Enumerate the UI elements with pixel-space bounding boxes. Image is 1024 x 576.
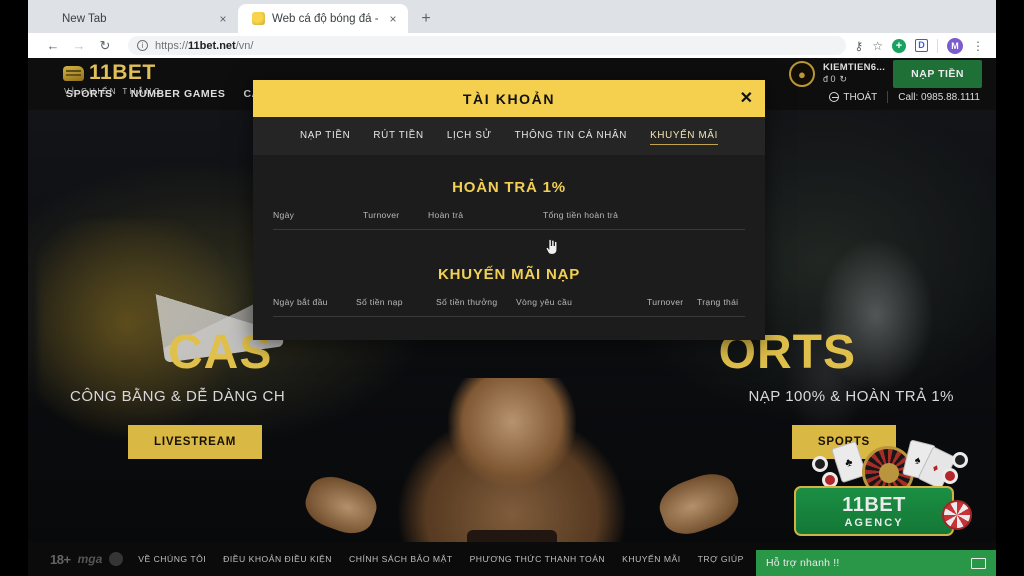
tab-rut-tien[interactable]: RÚT TIỀN: [373, 130, 423, 145]
webpage: CAS ORTS CÔNG BẰNG & DỄ DÀNG CH NẠP 100%…: [28, 58, 996, 576]
toolbar-icons: ⚷ ☆ D M ⋮: [854, 37, 984, 54]
tab-khuyen-mai[interactable]: KHUYẾN MÃI: [650, 130, 719, 145]
extension-green-icon[interactable]: [892, 38, 906, 53]
close-icon[interactable]: ×: [386, 13, 400, 25]
back-icon[interactable]: ←: [40, 35, 66, 57]
modal-header: TÀI KHOẢN ✕: [253, 80, 765, 117]
browser-tab-11bet[interactable]: Web cá độ bóng đá - cá cược ×: [238, 4, 408, 33]
account-modal: TÀI KHOẢN ✕ NẠP TIỀN RÚT TIỀN LỊCH SỬ TH…: [253, 80, 765, 340]
section-title-khuyen-mai-nap: KHUYẾN MÃI NẠP: [437, 266, 581, 283]
browser-chrome: New Tab × Web cá độ bóng đá - cá cược × …: [28, 0, 996, 58]
favicon-icon: [252, 12, 265, 25]
screen: New Tab × Web cá độ bóng đá - cá cược × …: [0, 0, 1024, 576]
browser-tabstrip: New Tab × Web cá độ bóng đá - cá cược × …: [28, 0, 996, 33]
modal-title: TÀI KHOẢN: [462, 90, 556, 107]
new-tab-button[interactable]: +: [416, 9, 436, 29]
column-header-trang-thai: Trạng thái: [697, 297, 739, 307]
page-info-icon[interactable]: i: [137, 40, 148, 51]
column-header-ngay: Ngày: [273, 210, 295, 220]
browser-tab-title: Web cá độ bóng đá - cá cược: [272, 12, 379, 25]
table-khuyen-mai-nap: Ngày bắt đầu Số tiền nạp Số tiền thưởng …: [273, 297, 745, 317]
address-bar[interactable]: i https://11bet.net/vn/: [128, 36, 847, 55]
column-header-so-tien-thuong: Số tiền thưởng: [436, 297, 498, 307]
tab-thong-tin-ca-nhan[interactable]: THÔNG TIN CÁ NHÂN: [515, 130, 627, 145]
column-header-hoan-tra: Hoàn trả: [428, 210, 464, 220]
table-header-row: Ngày Turnover Hoàn trả Tổng tiền hoàn tr…: [273, 210, 745, 220]
mouse-cursor-pointer: [545, 239, 558, 255]
profile-avatar[interactable]: M: [947, 37, 963, 54]
browser-toolbar: ← → ↻ i https://11bet.net/vn/ ⚷ ☆ D M ⋮: [28, 33, 996, 58]
reload-icon[interactable]: ↻: [92, 35, 118, 57]
close-icon[interactable]: ×: [216, 13, 230, 25]
bookmark-star-icon[interactable]: ☆: [872, 40, 883, 52]
address-bar-url: https://11bet.net/vn/: [155, 39, 254, 52]
forward-icon[interactable]: →: [66, 35, 92, 57]
table-hoan-tra: Ngày Turnover Hoàn trả Tổng tiền hoàn tr…: [273, 210, 745, 230]
column-header-vong-yeu-cau: Vòng yêu cầu: [516, 297, 573, 307]
password-key-icon[interactable]: ⚷: [854, 40, 863, 52]
extension-d-icon[interactable]: D: [915, 39, 928, 52]
close-icon[interactable]: ✕: [740, 90, 753, 107]
modal-tabs: NẠP TIỀN RÚT TIỀN LỊCH SỬ THÔNG TIN CÁ N…: [253, 117, 765, 155]
browser-tab-title: New Tab: [62, 12, 107, 25]
tab-nap-tien[interactable]: NẠP TIỀN: [300, 130, 350, 145]
column-header-tong-tien-hoan-tra: Tổng tiền hoàn trả: [543, 210, 619, 220]
toolbar-divider: [937, 38, 938, 53]
column-header-so-tien-nap: Số tiền nạp: [356, 297, 403, 307]
table-header-row: Ngày bắt đầu Số tiền nạp Số tiền thưởng …: [273, 297, 745, 307]
section-title-hoan-tra: HOÀN TRẢ 1%: [452, 179, 566, 196]
column-header-turnover: Turnover: [363, 210, 400, 220]
column-header-turnover: Turnover: [647, 297, 684, 307]
tab-lich-su[interactable]: LỊCH SỬ: [447, 130, 492, 145]
column-header-ngay-bat-dau: Ngày bắt đầu: [273, 297, 328, 307]
browser-tab-new-tab[interactable]: New Tab ×: [48, 4, 238, 33]
modal-body: NẠP TIỀN RÚT TIỀN LỊCH SỬ THÔNG TIN CÁ N…: [253, 117, 765, 340]
menu-icon[interactable]: ⋮: [972, 40, 984, 52]
